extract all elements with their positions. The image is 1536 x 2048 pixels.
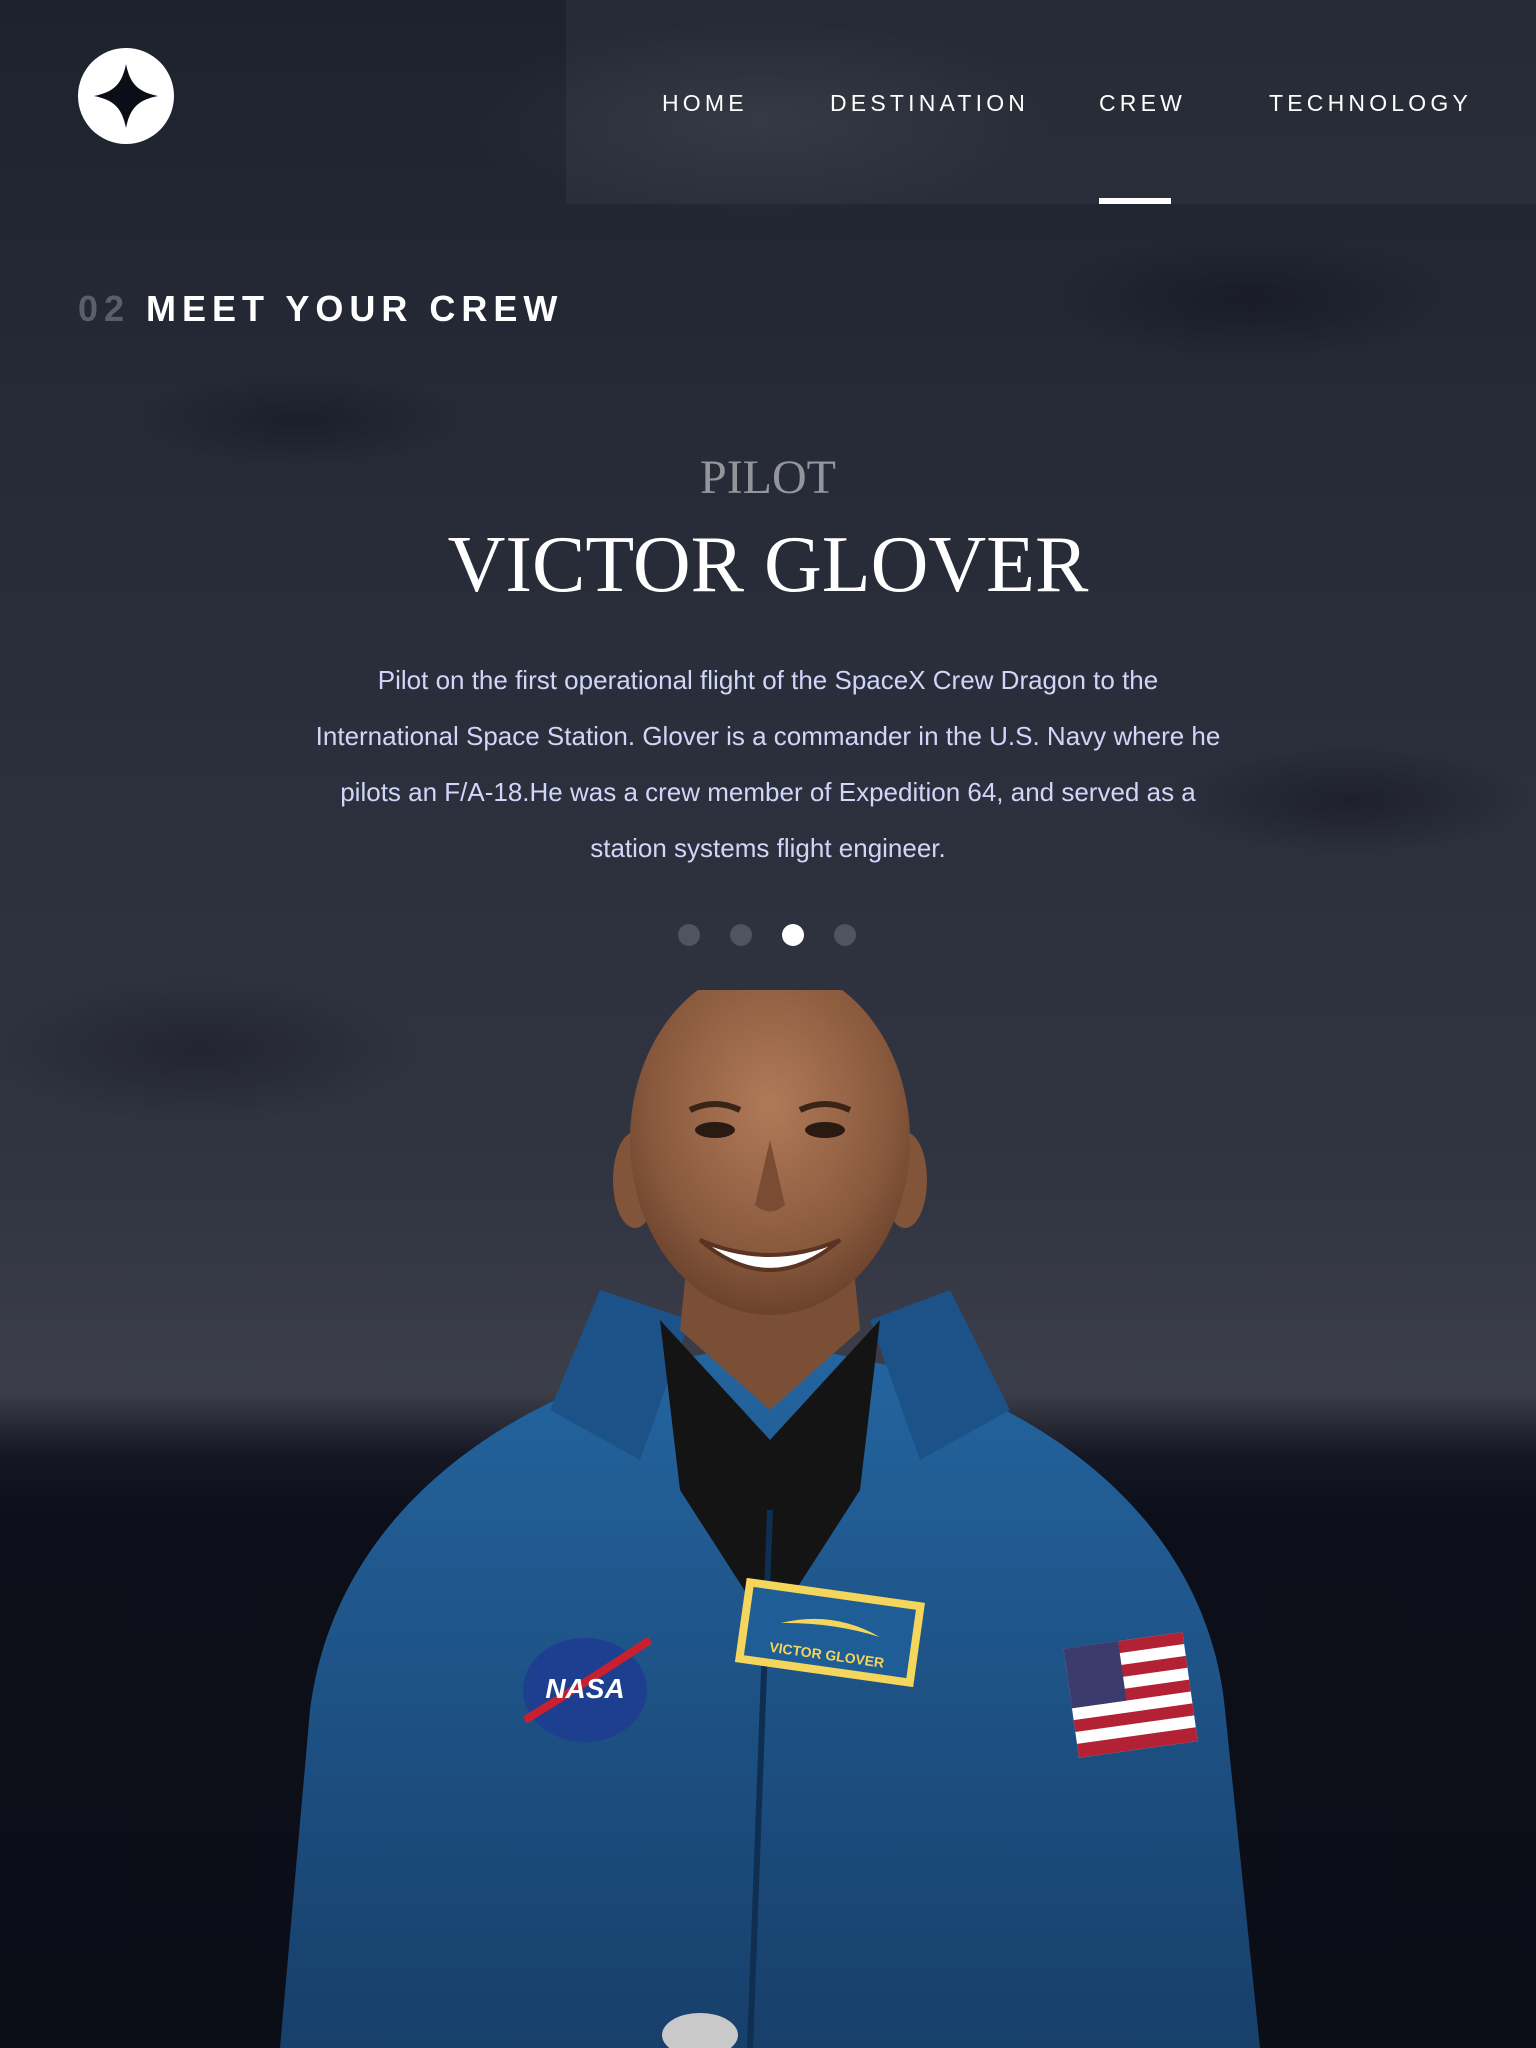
page-title: 02 MEET YOUR CREW [78,288,563,330]
nav-item-label: DESTINATION [830,90,1030,116]
section-number: 02 [78,288,131,329]
nav-item-label: HOME [662,90,748,116]
crew-name: VICTOR GLOVER [447,521,1089,609]
us-flag-icon [1063,1632,1198,1758]
crew-dot-1[interactable] [678,924,700,946]
nav-item-destination[interactable]: DESTINATION [830,90,1029,204]
crew-portrait: NASA VICTOR GLOVER [280,990,1260,2048]
nasa-patch-text: NASA [545,1673,624,1704]
crew-dot-2[interactable] [730,924,752,946]
nav-item-label: CREW [1099,90,1187,116]
crew-pagination [678,924,860,946]
crew-bio: Pilot on the first operational flight of… [315,665,1221,863]
crew-dot-3[interactable] [782,924,804,946]
crew-dot-4[interactable] [834,924,856,946]
star-logo-icon [94,64,158,128]
main-nav: HOME DESTINATION CREW TECHNOLOGY [566,0,1536,204]
nav-item-technology[interactable]: TECHNOLOGY [1269,90,1472,204]
crew-role: PILOT [700,451,836,504]
nav-item-crew[interactable]: CREW [1099,90,1186,204]
logo[interactable] [78,48,174,144]
nav-item-label: TECHNOLOGY [1269,90,1473,116]
nav-item-home[interactable]: HOME [662,90,748,204]
nav-active-indicator [1099,198,1171,204]
section-title-text: MEET YOUR CREW [146,288,564,329]
